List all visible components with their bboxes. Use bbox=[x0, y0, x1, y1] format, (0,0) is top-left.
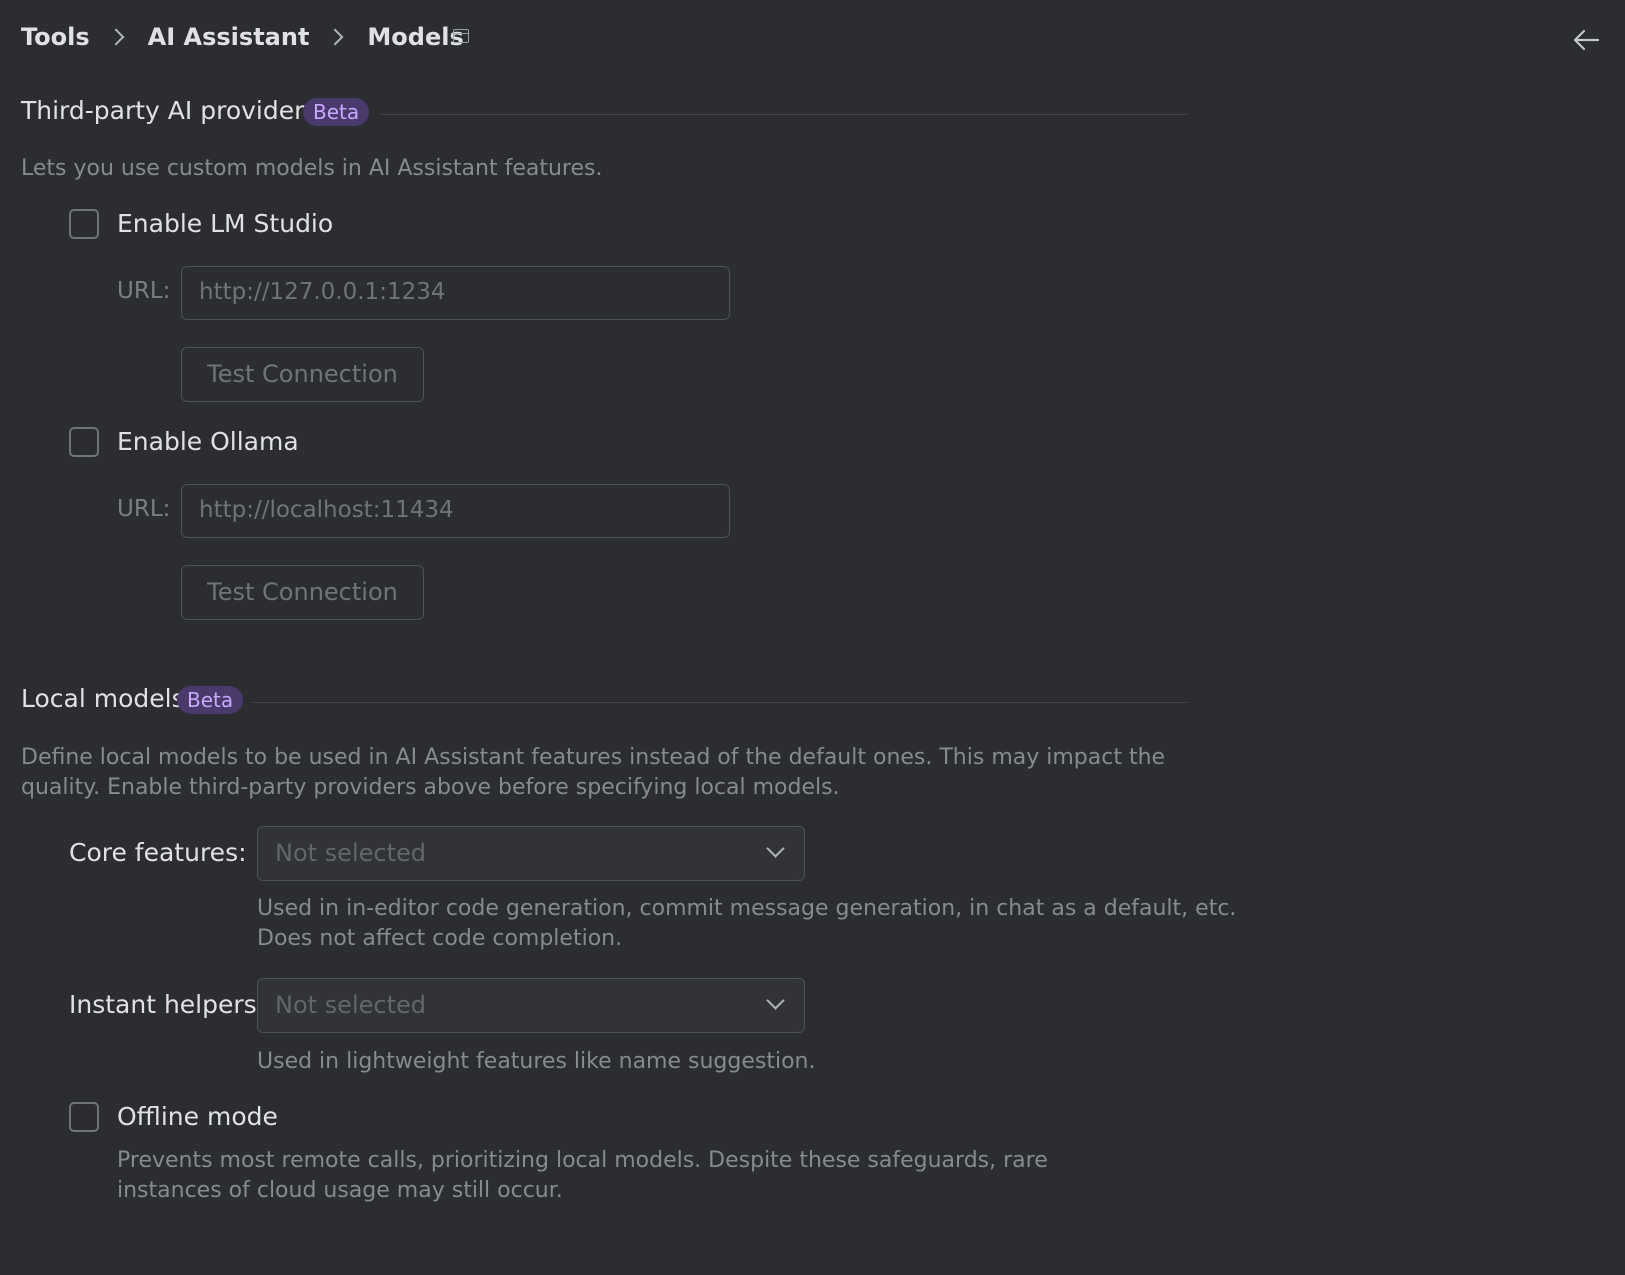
breadcrumb: Tools AI Assistant Models bbox=[21, 20, 464, 54]
offline-mode-hint-line1: Prevents most remote calls, prioritizing… bbox=[117, 1148, 1048, 1173]
window-icon[interactable] bbox=[453, 29, 469, 43]
local-models-description-line2: quality. Enable third-party providers ab… bbox=[21, 775, 840, 800]
section-divider bbox=[381, 114, 1187, 115]
chevron-right-icon bbox=[107, 28, 125, 46]
ollama-label[interactable]: Enable Ollama bbox=[117, 427, 299, 456]
offline-mode-checkbox[interactable] bbox=[69, 1102, 99, 1132]
instant-helpers-label: Instant helpers: bbox=[69, 990, 266, 1019]
beta-badge: Beta bbox=[303, 98, 370, 126]
third-party-section-title: Third-party AI providers bbox=[21, 96, 318, 125]
local-models-section-title: Local models bbox=[21, 684, 185, 713]
instant-helpers-select[interactable]: Not selected bbox=[257, 978, 805, 1033]
core-features-value: Not selected bbox=[275, 839, 426, 867]
lm-studio-label[interactable]: Enable LM Studio bbox=[117, 209, 333, 238]
instant-helpers-value: Not selected bbox=[275, 991, 426, 1019]
ollama-url-input[interactable]: http://localhost:11434 bbox=[181, 484, 730, 538]
lm-studio-test-connection-button[interactable]: Test Connection bbox=[181, 347, 424, 402]
beta-badge: Beta bbox=[177, 686, 244, 714]
settings-page: Tools AI Assistant Models Third-party AI… bbox=[0, 0, 1625, 1275]
third-party-description: Lets you use custom models in AI Assista… bbox=[21, 156, 603, 181]
breadcrumb-tools[interactable]: Tools bbox=[21, 23, 90, 51]
lm-studio-checkbox[interactable] bbox=[69, 209, 99, 239]
section-divider bbox=[253, 702, 1187, 703]
ollama-test-connection-button[interactable]: Test Connection bbox=[181, 565, 424, 620]
breadcrumb-models: Models bbox=[367, 23, 464, 51]
arrow-left-icon[interactable] bbox=[1572, 28, 1600, 52]
instant-helpers-hint: Used in lightweight features like name s… bbox=[257, 1049, 816, 1074]
offline-mode-label[interactable]: Offline mode bbox=[117, 1102, 278, 1131]
core-features-hint-line1: Used in in-editor code generation, commi… bbox=[257, 896, 1237, 921]
core-features-hint-line2: Does not affect code completion. bbox=[257, 926, 623, 951]
ollama-checkbox[interactable] bbox=[69, 427, 99, 457]
offline-mode-hint-line2: instances of cloud usage may still occur… bbox=[117, 1178, 563, 1203]
local-models-description-line1: Define local models to be used in AI Ass… bbox=[21, 745, 1166, 770]
ollama-url-label: URL: bbox=[117, 496, 171, 522]
lm-studio-url-label: URL: bbox=[117, 278, 171, 304]
lm-studio-url-input[interactable]: http://127.0.0.1:1234 bbox=[181, 266, 730, 320]
chevron-down-icon bbox=[766, 839, 785, 858]
core-features-label: Core features: bbox=[69, 838, 247, 867]
chevron-right-icon bbox=[326, 28, 344, 46]
chevron-down-icon bbox=[766, 991, 785, 1010]
breadcrumb-ai-assistant[interactable]: AI Assistant bbox=[148, 23, 310, 51]
core-features-select[interactable]: Not selected bbox=[257, 826, 805, 881]
